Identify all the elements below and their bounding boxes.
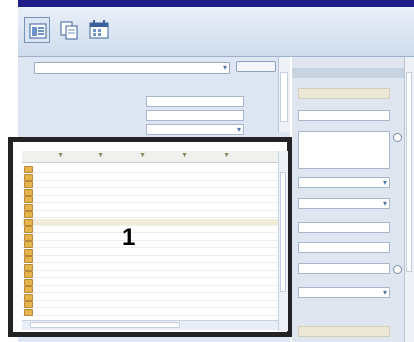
filter-combo[interactable]: ▾ — [34, 62, 230, 74]
filter-icon: ▼ — [97, 152, 104, 159]
right-field-bottom — [298, 326, 390, 337]
right-dropdown-2[interactable]: ▾ — [298, 198, 390, 209]
table-row[interactable] — [22, 173, 278, 181]
right-dropdown-3[interactable]: ▾ — [298, 287, 390, 298]
table-row[interactable] — [22, 211, 278, 218]
chevron-down-icon: ▾ — [222, 63, 227, 72]
folder-icon — [24, 173, 33, 181]
chevron-down-icon: ▾ — [236, 125, 241, 134]
folder-icon — [24, 241, 33, 248]
radio-option-2[interactable] — [393, 265, 402, 274]
folder-icon — [24, 196, 33, 203]
grid-view-button[interactable] — [24, 17, 50, 43]
folder-icon — [24, 278, 33, 286]
filter-icon: ▼ — [57, 152, 64, 159]
field-3-dropdown[interactable]: ▾ — [146, 124, 244, 135]
left-panel-scroll-thumb[interactable] — [280, 72, 288, 122]
folder-icon — [24, 286, 33, 293]
right-field-1[interactable] — [298, 110, 390, 121]
folder-icon — [24, 256, 33, 263]
right-text-area[interactable] — [298, 131, 390, 169]
copy-pages-button[interactable] — [56, 17, 82, 43]
right-panel-scroll-thumb[interactable] — [406, 72, 412, 272]
folder-icon — [24, 203, 33, 211]
table-row[interactable] — [22, 166, 278, 173]
table-row[interactable] — [22, 293, 278, 301]
folder-icon — [24, 166, 33, 173]
field-1[interactable] — [146, 96, 244, 107]
table-row[interactable] — [22, 188, 278, 196]
table-row[interactable] — [22, 263, 278, 271]
copy-pages-icon — [60, 21, 78, 40]
table-row[interactable] — [22, 271, 278, 278]
table-row[interactable] — [22, 278, 278, 286]
grid-vertical-scroll-thumb[interactable] — [280, 172, 286, 292]
table-row[interactable] — [22, 196, 278, 203]
right-field-3[interactable] — [298, 242, 390, 253]
title-bar — [18, 0, 414, 7]
table-calendar-button[interactable] — [86, 17, 112, 43]
folder-icon — [24, 181, 33, 188]
grid-column-filter[interactable]: ▼ — [36, 151, 66, 163]
folder-icon — [24, 188, 33, 196]
table-row[interactable] — [22, 203, 278, 211]
table-row[interactable] — [22, 256, 278, 263]
radio-option-1[interactable] — [393, 133, 402, 142]
table-row[interactable] — [22, 308, 278, 316]
folder-icon — [24, 308, 33, 316]
right-field-4[interactable] — [298, 263, 390, 274]
callout-number: 1 — [122, 224, 136, 251]
folder-icon — [24, 218, 33, 226]
folder-icon — [24, 271, 33, 278]
right-field-2[interactable] — [298, 222, 390, 233]
folder-icon — [24, 226, 33, 233]
folder-icon — [24, 233, 33, 241]
filter-icon: ▼ — [223, 152, 230, 159]
grid-horizontal-scroll-thumb[interactable] — [30, 322, 180, 328]
chevron-down-icon: ▾ — [382, 178, 387, 187]
folder-icon — [24, 263, 33, 271]
folder-icon — [24, 248, 33, 256]
table-row[interactable] — [22, 301, 278, 308]
right-panel-header — [292, 68, 404, 78]
table-row[interactable] — [22, 181, 278, 188]
folder-icon — [24, 301, 33, 308]
folder-icon — [24, 211, 33, 218]
chevron-down-icon: ▾ — [382, 199, 387, 208]
right-dropdown-1[interactable]: ▾ — [298, 177, 390, 188]
grid-column-filter[interactable]: ▼ — [118, 151, 148, 163]
grid-column-filter[interactable]: ▼ — [202, 151, 232, 163]
grid-column-filter[interactable]: ▼ — [160, 151, 190, 163]
chevron-down-icon: ▾ — [382, 288, 387, 297]
right-field-readonly — [298, 88, 390, 99]
filter-icon: ▼ — [181, 152, 188, 159]
grid-column-filter[interactable]: ▼ — [76, 151, 106, 163]
filter-icon: ▼ — [139, 152, 146, 159]
grid-view-icon — [29, 23, 47, 39]
field-2[interactable] — [146, 110, 244, 121]
apply-button[interactable] — [236, 61, 276, 72]
table-row[interactable] — [22, 286, 278, 293]
table-calendar-icon — [89, 20, 109, 39]
folder-icon — [24, 293, 33, 301]
